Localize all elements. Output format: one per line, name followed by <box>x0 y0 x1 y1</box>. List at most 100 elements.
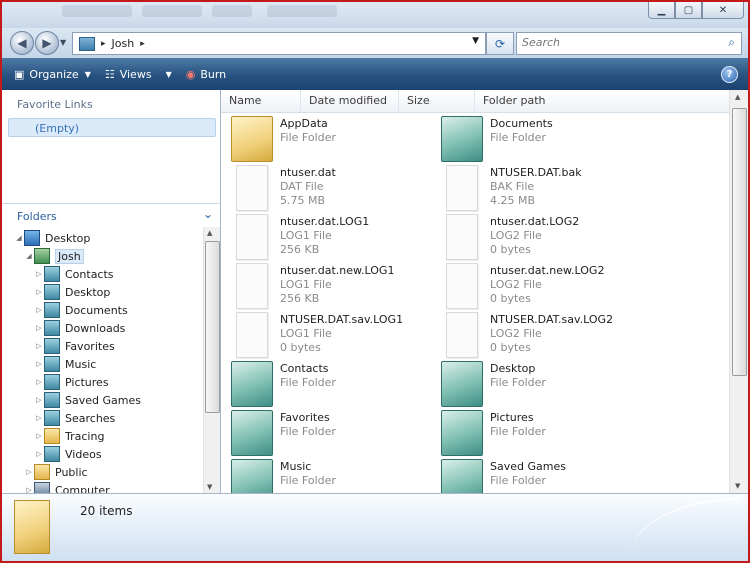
file-name: Documents <box>490 117 553 130</box>
scroll-up-icon[interactable]: ▲ <box>735 93 740 101</box>
file-item[interactable]: ntuser.dat.LOG2 LOG2 File 0 bytes <box>433 212 638 260</box>
breadcrumb-separator-icon[interactable]: ▸ <box>101 39 106 49</box>
burn-button[interactable]: ◉ Burn <box>186 68 226 81</box>
collapsed-arrow-icon[interactable]: ▷ <box>34 450 44 458</box>
collapsed-arrow-icon[interactable]: ▷ <box>34 270 44 278</box>
file-item[interactable]: Desktop File Folder <box>433 359 638 407</box>
collapsed-arrow-icon[interactable]: ▷ <box>34 432 44 440</box>
maximize-button[interactable]: ▢ <box>675 2 702 19</box>
refresh-button[interactable]: ⟳ <box>486 32 514 55</box>
organize-label: Organize <box>29 67 79 81</box>
search-input[interactable] <box>517 33 712 52</box>
file-name: Favorites <box>280 411 330 424</box>
file-name: NTUSER.DAT.sav.LOG1 <box>280 313 404 326</box>
file-item[interactable]: NTUSER.DAT.sav.LOG1 LOG1 File 0 bytes <box>223 310 428 358</box>
tree-item[interactable]: ▷ Documents <box>34 301 128 319</box>
burn-label: Burn <box>200 67 227 81</box>
address-bar[interactable]: ▸ Josh ▸ ▼ <box>72 32 486 55</box>
file-type: LOG2 File <box>490 229 542 242</box>
file-list-pane: Name Date modified Size Folder path AppD… <box>221 90 748 493</box>
tree-item[interactable]: ▷ Desktop <box>34 283 110 301</box>
background-ghost <box>267 5 337 17</box>
tree-item[interactable]: ▷ Tracing <box>34 427 104 445</box>
tree-item[interactable]: ▷ Videos <box>34 445 102 463</box>
file-icon <box>446 214 478 260</box>
column-name[interactable]: Name <box>221 90 301 112</box>
tree-item[interactable]: ▷ Computer <box>24 481 110 493</box>
breadcrumb-separator-icon[interactable]: ▸ <box>140 39 145 49</box>
file-item[interactable]: ntuser.dat.new.LOG2 LOG2 File 0 bytes <box>433 261 638 309</box>
file-item[interactable]: Favorites File Folder <box>223 408 428 456</box>
file-item[interactable]: AppData File Folder <box>223 114 428 162</box>
views-button[interactable]: ☷ Views ▼ <box>105 68 172 81</box>
tree-item-label: Videos <box>65 447 102 461</box>
folder-icon <box>231 459 273 493</box>
breadcrumb-josh[interactable]: Josh <box>112 37 135 50</box>
file-list-scrollbar[interactable]: ▲ ▼ <box>729 90 748 493</box>
search-icon[interactable]: ⌕ <box>728 35 735 50</box>
folder-tree-scrollbar[interactable]: ▲ ▼ <box>203 227 220 493</box>
tree-item[interactable]: ▷ Downloads <box>34 319 125 337</box>
column-folder-path[interactable]: Folder path <box>475 90 729 112</box>
column-size[interactable]: Size <box>399 90 475 112</box>
collapsed-arrow-icon[interactable]: ▷ <box>24 468 34 476</box>
chevron-down-icon: ▼ <box>165 69 172 79</box>
folders-header[interactable]: Folders ⌄ <box>2 203 220 228</box>
tree-item-label: Saved Games <box>65 393 141 407</box>
folder-icon <box>34 464 50 480</box>
file-type: File Folder <box>280 425 336 438</box>
collapsed-arrow-icon[interactable]: ▷ <box>24 486 34 493</box>
file-item[interactable]: NTUSER.DAT.bak BAK File 4.25 MB <box>433 163 638 211</box>
contacts-icon <box>44 266 60 282</box>
tree-item[interactable]: ▷ Public <box>24 463 88 481</box>
file-item[interactable]: ntuser.dat.new.LOG1 LOG1 File 256 KB <box>223 261 428 309</box>
file-item[interactable]: NTUSER.DAT.sav.LOG2 LOG2 File 0 bytes <box>433 310 638 358</box>
close-button[interactable]: ✕ <box>702 2 744 19</box>
tree-item[interactable]: ▷ Pictures <box>34 373 109 391</box>
collapsed-arrow-icon[interactable]: ▷ <box>34 414 44 422</box>
scroll-down-icon[interactable]: ▼ <box>735 482 740 490</box>
collapsed-arrow-icon[interactable]: ▷ <box>34 342 44 350</box>
help-button[interactable]: ? <box>721 66 738 83</box>
tree-item[interactable]: ◢ Desktop <box>14 229 90 247</box>
organize-button[interactable]: ▣ Organize ▼ <box>14 68 91 81</box>
tree-item[interactable]: ▷ Contacts <box>34 265 114 283</box>
collapsed-arrow-icon[interactable]: ▷ <box>34 360 44 368</box>
scroll-down-icon[interactable]: ▼ <box>207 483 212 491</box>
tree-item[interactable]: ▷ Music <box>34 355 96 373</box>
file-item[interactable]: Contacts File Folder <box>223 359 428 407</box>
chevron-down-icon[interactable]: ⌄ <box>203 207 213 221</box>
collapsed-arrow-icon[interactable]: ▷ <box>34 378 44 386</box>
expanded-arrow-icon[interactable]: ◢ <box>14 234 24 242</box>
file-item[interactable]: Music File Folder <box>223 457 428 493</box>
expanded-arrow-icon[interactable]: ◢ <box>24 252 34 260</box>
minimize-button[interactable]: ▁ <box>648 2 675 19</box>
tree-item[interactable]: ▷ Favorites <box>34 337 115 355</box>
forward-button[interactable]: ▶ <box>35 31 59 55</box>
file-name: AppData <box>280 117 328 130</box>
file-item[interactable]: Documents File Folder <box>433 114 638 162</box>
file-type: DAT File <box>280 180 324 193</box>
tree-item[interactable]: ▷ Searches <box>34 409 115 427</box>
tree-item[interactable]: ▷ Saved Games <box>34 391 141 409</box>
address-dropdown-icon[interactable]: ▼ <box>472 36 479 46</box>
back-button[interactable]: ◀ <box>10 31 34 55</box>
collapsed-arrow-icon[interactable]: ▷ <box>34 288 44 296</box>
file-item[interactable]: ntuser.dat.LOG1 LOG1 File 256 KB <box>223 212 428 260</box>
scroll-up-icon[interactable]: ▲ <box>207 229 212 237</box>
collapsed-arrow-icon[interactable]: ▷ <box>34 324 44 332</box>
column-date-modified[interactable]: Date modified <box>301 90 399 112</box>
scrollbar-thumb[interactable] <box>205 241 220 413</box>
tree-item-label: Contacts <box>65 267 114 281</box>
tree-item[interactable]: ◢ Josh <box>24 247 84 265</box>
favorite-links-empty[interactable]: (Empty) <box>8 118 216 137</box>
scrollbar-thumb[interactable] <box>732 108 747 376</box>
collapsed-arrow-icon[interactable]: ▷ <box>34 306 44 314</box>
collapsed-arrow-icon[interactable]: ▷ <box>34 396 44 404</box>
file-item[interactable]: ntuser.dat DAT File 5.75 MB <box>223 163 428 211</box>
file-item[interactable]: Saved Games File Folder <box>433 457 638 493</box>
file-item[interactable]: Pictures File Folder <box>433 408 638 456</box>
file-name: Pictures <box>490 411 534 424</box>
recent-pages-dropdown[interactable]: ▼ <box>60 38 66 47</box>
file-grid: AppData File Folder Documents File Folder nt… <box>221 112 729 493</box>
